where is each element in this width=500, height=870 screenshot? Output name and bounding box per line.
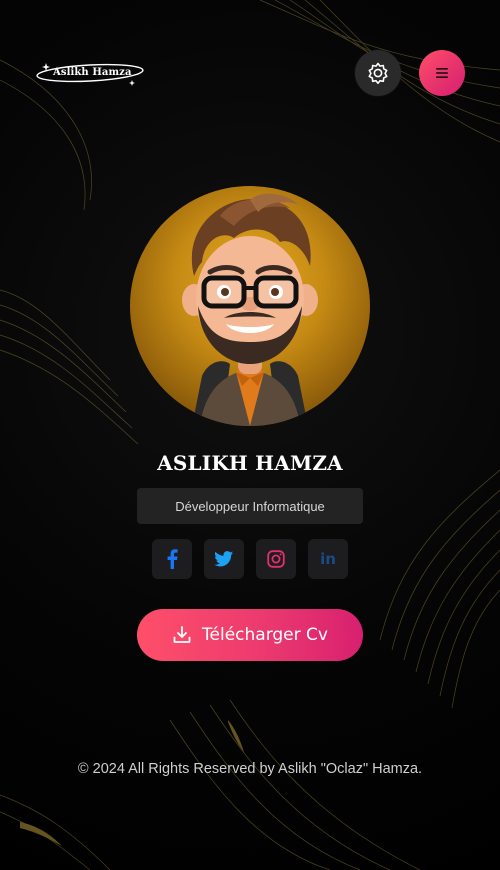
- instagram-link[interactable]: [256, 539, 296, 579]
- profile-name: ASLIKH HAMZA: [157, 451, 343, 475]
- logo-text: Aslikh Hamza: [53, 67, 132, 78]
- background-contours: [0, 0, 500, 870]
- footer-copyright: © 2024 All Rights Reserved by Aslikh "Oc…: [77, 761, 423, 777]
- twitter-icon: [214, 551, 234, 567]
- linkedin-link[interactable]: in: [308, 539, 348, 579]
- hamburger-icon: [436, 68, 448, 78]
- download-cv-button[interactable]: Télécharger Cv: [137, 609, 363, 661]
- social-links: in: [152, 539, 348, 579]
- profile-role-badge: Développeur Informatique: [137, 488, 363, 524]
- facebook-icon: [167, 549, 178, 569]
- download-cv-label: Télécharger Cv: [202, 625, 328, 645]
- portfolio-page: Aslikh Hamza ASLIKH HAMZA Développeur In…: [0, 0, 500, 870]
- menu-button[interactable]: [419, 50, 465, 96]
- linkedin-icon: in: [320, 549, 336, 568]
- gear-icon: [368, 62, 388, 85]
- avatar-illustration: [182, 193, 318, 426]
- site-logo[interactable]: Aslikh Hamza: [34, 60, 146, 88]
- instagram-icon: [267, 550, 285, 568]
- download-icon: [173, 626, 191, 643]
- profile-avatar: [130, 186, 370, 426]
- twitter-link[interactable]: [204, 539, 244, 579]
- facebook-link[interactable]: [152, 539, 192, 579]
- theme-toggle-button[interactable]: [355, 50, 401, 96]
- profile-role: Développeur Informatique: [175, 498, 325, 514]
